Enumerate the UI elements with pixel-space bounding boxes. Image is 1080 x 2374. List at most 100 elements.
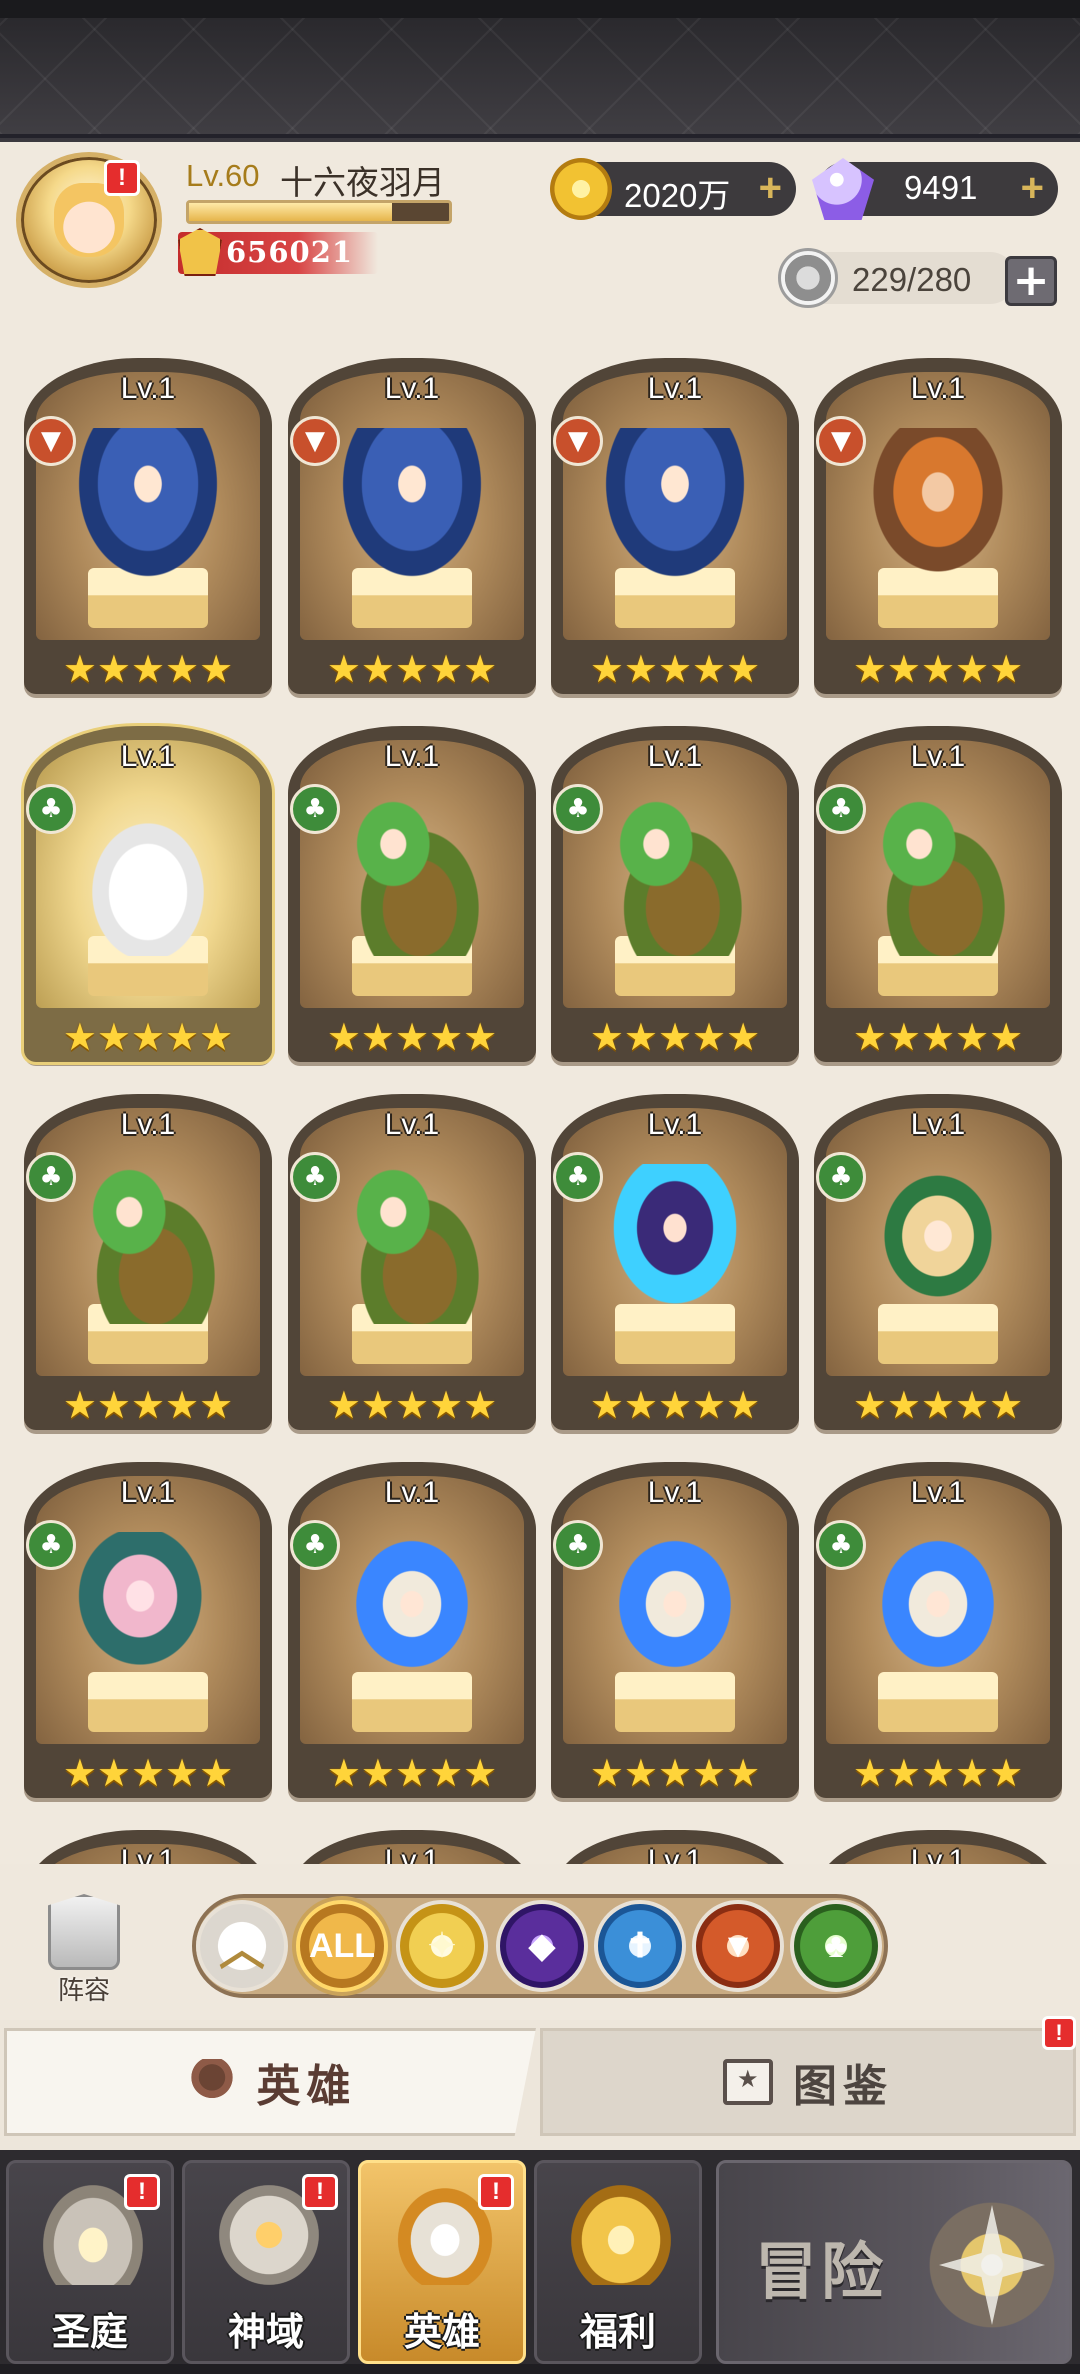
star-rating: ★★★★★ xyxy=(589,1751,761,1795)
status-strip xyxy=(0,0,1080,18)
lineup-button[interactable]: 阵容 xyxy=(32,1894,136,2006)
hero-card[interactable]: Lv.1 ♣ ★★★★★ xyxy=(288,1462,536,1798)
hero-level-label: Lv.1 xyxy=(910,740,966,773)
nature-faction-icon: ♣ xyxy=(816,784,866,834)
nature-faction-icon: ♣ xyxy=(816,1152,866,1202)
hero-level-label: Lv.1 xyxy=(384,1476,440,1509)
tab-heroes[interactable]: 英雄 xyxy=(4,2028,536,2136)
hero-card[interactable]: Lv.1 ♣ ★★★★★ xyxy=(24,726,272,1062)
hero-level-label: Lv.1 xyxy=(647,1476,703,1509)
star-rating: ★★★★★ xyxy=(62,647,234,691)
hero-card[interactable]: Lv.1 ♣ ★★★★★ xyxy=(288,726,536,1062)
codex-book-icon xyxy=(723,2059,773,2105)
hero-grid[interactable]: Lv.1 ▼ ★★★★★ Lv.1 ▼ ★★★★★ Lv.1 ▼ ★★★★★ Lv.1 ▼ ★★★★★… xyxy=(0,322,1080,1870)
exp-bar xyxy=(186,200,452,224)
nature-faction-icon: ♣ xyxy=(26,1520,76,1570)
hero-level-label: Lv.1 xyxy=(120,740,176,773)
filter-beast-button[interactable]: ▼ xyxy=(692,1900,784,1992)
filter-dark-button[interactable]: ◆ xyxy=(496,1900,588,1992)
codex-alert-badge: ! xyxy=(1042,2016,1076,2050)
star-rating: ★★★★★ xyxy=(852,1383,1024,1427)
hero-level-label: Lv.1 xyxy=(647,1108,703,1141)
hero-card[interactable]: Lv.1 ♣ ★★★★★ xyxy=(24,1094,272,1430)
dryad-treant-sprite xyxy=(860,796,1016,956)
chess-pawn-icon xyxy=(48,1894,120,1970)
tab-codex-label: 图鉴 xyxy=(793,2061,893,2112)
hero-card[interactable]: Lv.1 ♣ ★★★★★ xyxy=(24,1462,272,1798)
dark-fairy-lancer-sprite xyxy=(597,1164,753,1324)
hero-card[interactable]: Lv.1 ▼ ★★★★★ xyxy=(551,358,799,694)
beast-faction-icon: ▼ xyxy=(553,416,603,466)
dark-faction-icon: ◆ xyxy=(528,1927,556,1965)
lineup-label: 阵容 xyxy=(57,1976,110,2006)
hero-card[interactable]: Lv.1 ♣ ★★★★★ xyxy=(288,1094,536,1430)
hero-card[interactable]: Lv.1 ♣ ★★★★★ xyxy=(814,1094,1062,1430)
filter-all-button[interactable]: ALL xyxy=(296,1900,388,1992)
power-value: 656021 xyxy=(226,235,354,269)
tab-heroes-label: 英雄 xyxy=(256,2061,357,2112)
filter-light-button[interactable]: ✦ xyxy=(396,1900,488,1992)
gold-plus-icon[interactable]: + xyxy=(759,168,782,208)
hero-capacity: 229/280 xyxy=(778,248,1016,308)
helmet-icon xyxy=(186,2059,237,2105)
nature-faction-icon: ♣ xyxy=(26,784,76,834)
player-name: 十六夜羽月 xyxy=(280,163,445,202)
wolf-warrior-sprite xyxy=(70,428,226,588)
filter-all-label: ALL xyxy=(308,1926,376,1965)
hero-level-label: Lv.1 xyxy=(384,372,440,405)
dryad-treant-sprite xyxy=(597,796,753,956)
hero-card[interactable]: Lv.1 ▼ ★★★★★ xyxy=(288,358,536,694)
hero-card[interactable]: Lv.1 ♣ ★★★★★ xyxy=(814,726,1062,1062)
power-display: 656021 xyxy=(178,228,378,276)
blue-fairy-sprite xyxy=(334,1532,490,1692)
hero-level-label: Lv.1 xyxy=(647,740,703,773)
star-rating: ★★★★★ xyxy=(62,1751,234,1795)
player-level: Lv.60 xyxy=(186,158,260,193)
nav-heroes-label: 英雄 xyxy=(403,2310,480,2354)
deer-rider-sprite xyxy=(70,796,226,956)
hero-card[interactable]: Lv.1 ▼ ★★★★★ xyxy=(814,358,1062,694)
star-rating: ★★★★★ xyxy=(852,1751,1024,1795)
sort-toggle-button[interactable]: ︿ xyxy=(196,1900,288,1992)
star-rating: ★★★★★ xyxy=(589,1015,761,1059)
tab-codex[interactable]: 图鉴 xyxy=(540,2028,1076,2136)
nav-welfare-label: 福利 xyxy=(579,2310,656,2354)
hero-card[interactable]: Lv.1 ♣ ★★★★★ xyxy=(814,1462,1062,1798)
header-decor-band xyxy=(0,18,1080,138)
filter-nature-button[interactable]: ♣ xyxy=(790,1900,882,1992)
beast-faction-icon: ▼ xyxy=(816,416,866,466)
gem-value: 9491 xyxy=(904,169,978,206)
hero-level-label: Lv.1 xyxy=(120,1108,176,1141)
blue-fairy-sprite xyxy=(860,1532,1016,1692)
gem-resource[interactable]: 9491 + xyxy=(812,158,1058,220)
light-faction-icon: ✦ xyxy=(427,1927,457,1965)
star-rating: ★★★★★ xyxy=(326,1015,498,1059)
nav-welfare[interactable]: 福利 xyxy=(534,2160,702,2364)
beast-faction-icon: ▼ xyxy=(290,416,340,466)
compass-star xyxy=(939,2205,1045,2325)
gem-plus-icon[interactable]: + xyxy=(1021,168,1044,208)
filter-holy-button[interactable]: ✝ xyxy=(594,1900,686,1992)
star-rating: ★★★★★ xyxy=(326,647,498,691)
player-avatar[interactable] xyxy=(16,152,162,288)
star-rating: ★★★★★ xyxy=(62,1383,234,1427)
capacity-plus-button[interactable]: + xyxy=(1005,256,1057,306)
star-rating: ★★★★★ xyxy=(589,647,761,691)
hero-card[interactable]: Lv.1 ♣ ★★★★★ xyxy=(551,1094,799,1430)
hero-card[interactable]: Lv.1 ♣ ★★★★★ xyxy=(551,1462,799,1798)
hero-card[interactable]: Lv.1 ▼ ★★★★★ xyxy=(24,358,272,694)
nature-faction-icon: ♣ xyxy=(553,784,603,834)
wolf-warrior-sprite xyxy=(334,428,490,588)
hero-level-label: Lv.1 xyxy=(647,372,703,405)
gold-resource[interactable]: 2020万 + xyxy=(550,158,796,220)
star-rating: ★★★★★ xyxy=(589,1383,761,1427)
wolf-warrior-sprite xyxy=(597,428,753,588)
nav-court-label: 圣庭 xyxy=(51,2310,128,2354)
hero-card[interactable]: Lv.1 ♣ ★★★★★ xyxy=(551,726,799,1062)
bottom-strip xyxy=(0,2364,1080,2374)
hero-level-label: Lv.1 xyxy=(384,1108,440,1141)
court-alert-badge: ! xyxy=(124,2174,160,2210)
dryad-treant-sprite xyxy=(70,1164,226,1324)
adventure-button[interactable]: 冒险 xyxy=(716,2160,1072,2364)
compass-icon xyxy=(927,2185,1057,2345)
